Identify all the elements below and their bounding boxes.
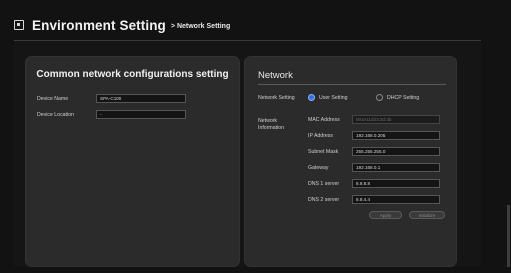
network-panel: Network Network Setting User Setting DHC… xyxy=(244,56,457,267)
network-info-label: Network Information xyxy=(258,118,284,131)
scrollbar[interactable] xyxy=(507,205,510,267)
gateway-row: Gateway 192.168.0.1 xyxy=(308,163,440,172)
network-setting-label: Network Setting xyxy=(258,94,295,101)
gateway-label: Gateway xyxy=(308,164,329,171)
device-location-label: Device Location xyxy=(37,111,74,118)
mac-row: MAC Address 001e11d33:3d:3b xyxy=(308,115,440,124)
common-settings-title: Common network configurations setting xyxy=(36,69,229,80)
dhcp-setting-radio[interactable] xyxy=(376,94,383,101)
common-settings-panel: Common network configurations setting De… xyxy=(25,56,240,267)
device-name-row: Device Name SPA-C100 xyxy=(37,94,186,103)
network-title-divider xyxy=(258,84,446,85)
settings-square-icon xyxy=(14,20,24,30)
app-window: Environment Setting > Network Setting Co… xyxy=(0,0,511,273)
ip-label: IP Address xyxy=(308,132,333,139)
initialize-button[interactable]: Initialize xyxy=(409,211,445,219)
dns2-input[interactable]: 8.8.4.4 xyxy=(352,195,440,204)
subnet-label: Subnet Mask xyxy=(308,148,339,155)
page-title: Environment Setting xyxy=(32,17,166,33)
network-setting-row: Network Setting User Setting DHCP Settin… xyxy=(258,94,419,101)
network-title: Network xyxy=(258,70,293,81)
user-setting-radio[interactable] xyxy=(308,94,315,101)
user-setting-label[interactable]: User Setting xyxy=(319,95,376,101)
dns2-row: DNS 2 server 8.8.4.4 xyxy=(308,195,440,204)
device-name-input[interactable]: SPA-C100 xyxy=(96,94,186,103)
dns1-row: DNS 1 server 8.8.8.8 xyxy=(308,179,440,188)
dns2-label: DNS 2 server xyxy=(308,196,340,203)
subnet-input[interactable]: 255.255.255.0 xyxy=(352,147,440,156)
device-location-input[interactable]: - xyxy=(96,110,186,119)
breadcrumb: > Network Setting xyxy=(170,23,231,30)
mac-label: MAC Address xyxy=(308,116,340,123)
gateway-input[interactable]: 192.168.0.1 xyxy=(352,163,440,172)
mac-input: 001e11d33:3d:3b xyxy=(352,115,440,124)
apply-button[interactable]: Apply xyxy=(369,211,402,219)
page-header: Environment Setting > Network Setting xyxy=(14,14,481,36)
content-area: Common network configurations setting De… xyxy=(14,42,481,267)
ip-input[interactable]: 192.168.0.205 xyxy=(352,131,440,140)
dhcp-setting-label[interactable]: DHCP Setting xyxy=(387,95,419,101)
dns1-input[interactable]: 8.8.8.8 xyxy=(352,179,440,188)
dns1-label: DNS 1 server xyxy=(308,180,340,187)
device-name-label: Device Name xyxy=(37,95,69,102)
subnet-row: Subnet Mask 255.255.255.0 xyxy=(308,147,440,156)
ip-row: IP Address 192.168.0.205 xyxy=(308,131,440,140)
header-divider xyxy=(14,40,481,41)
device-location-row: Device Location - xyxy=(37,110,186,119)
